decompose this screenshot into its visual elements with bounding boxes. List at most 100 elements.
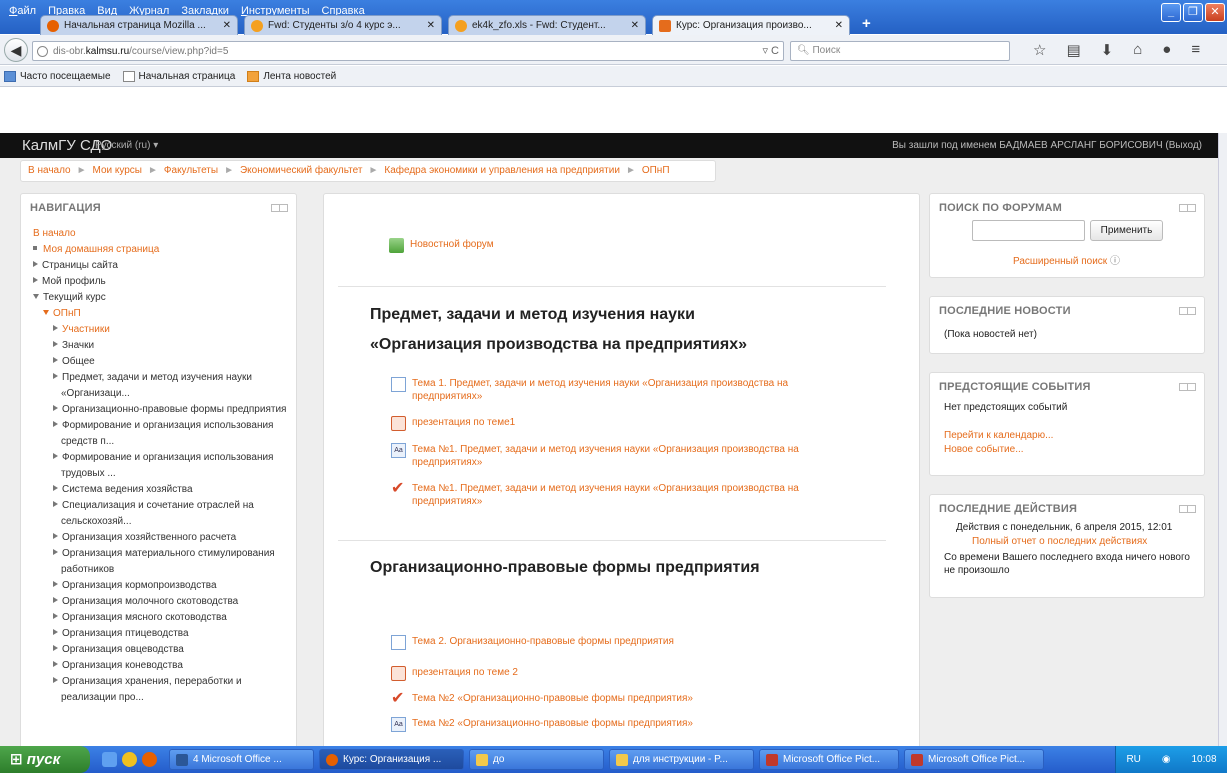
nav-my-profile[interactable]: Мой профиль (33, 274, 295, 290)
nav-section-2[interactable]: Организационно-правовые формы предприяти… (33, 402, 295, 418)
help-icon[interactable]: ⓘ (1110, 256, 1120, 267)
nav-course[interactable]: ОПнП (33, 306, 295, 322)
tab-label: Курс: Организация произво... (676, 20, 812, 31)
breadcrumb-course[interactable]: ОПнП (642, 165, 670, 176)
nav-section-6[interactable]: Специализация и сочетание отраслей на се… (33, 498, 295, 530)
nav-section-14[interactable]: Организация коневодства (33, 658, 295, 674)
activity-label: Новостной форум (410, 239, 494, 250)
section-1-presentation-link[interactable]: презентация по теме1 (391, 416, 515, 431)
tab-close-icon[interactable]: ✕ (427, 20, 435, 31)
start-button[interactable]: ⊞ пуск (0, 746, 90, 773)
bookmark-most-visited[interactable]: Часто посещаемые (4, 70, 111, 82)
nav-section-4[interactable]: Формирование и организация использования… (33, 450, 295, 482)
tab-xls[interactable]: ek4k_zfo.xls - Fwd: Студент... ✕ (448, 15, 646, 35)
section-1-document-link[interactable]: Aa Тема №1. Предмет, задачи и метод изуч… (391, 443, 851, 469)
nav-section-3[interactable]: Формирование и организация использования… (33, 418, 295, 450)
site-info-icon[interactable] (37, 45, 48, 57)
taskbar-folder[interactable]: до (469, 749, 604, 770)
search-placeholder: Поиск (812, 45, 841, 56)
language-indicator[interactable]: RU (1126, 754, 1140, 765)
nav-my-home[interactable]: Моя домашняя страница (33, 242, 295, 258)
activity-label: Тема 2. Организационно-правовые формы пр… (412, 636, 674, 647)
nav-section-12[interactable]: Организация птицеводства (33, 626, 295, 642)
taskbar-picture-manager-1[interactable]: Microsoft Office Pict... (759, 749, 899, 770)
section-2-assignment-link[interactable]: ✔ Тема №2 «Организационно-правовые формы… (391, 691, 693, 707)
nav-current-course[interactable]: Текущий курс (33, 290, 295, 306)
breadcrumb-department[interactable]: Кафедра экономики и управления на предпр… (384, 165, 620, 176)
activity-since-text: Действия с понедельник, 6 апреля 2015, 1… (956, 522, 1173, 533)
back-button[interactable]: ◀ (4, 38, 28, 62)
nav-label: Формирование и организация использования… (61, 452, 274, 479)
nav-participants[interactable]: Участники (33, 322, 295, 338)
reload-icon[interactable]: ▿ C (762, 44, 779, 57)
taskbar-picture-manager-2[interactable]: Microsoft Office Pict... (904, 749, 1044, 770)
block-collapse-icon[interactable] (1179, 204, 1196, 212)
nav-section-15[interactable]: Организация хранения, переработки и реал… (33, 674, 295, 706)
nav-section-5[interactable]: Система ведения хозяйства (33, 482, 295, 498)
tab-fwd-students[interactable]: Fwd: Студенты з/о 4 курс э... ✕ (244, 15, 442, 35)
firefox-icon[interactable] (142, 752, 157, 767)
section-2-presentation-link[interactable]: презентация по теме 2 (391, 666, 518, 681)
block-collapse-icon[interactable] (1179, 505, 1196, 513)
network-icon[interactable]: ◉ (1162, 754, 1171, 765)
page-icon (122, 70, 135, 82)
nav-section-8[interactable]: Организация материального стимулирования… (33, 546, 295, 578)
block-collapse-icon[interactable] (1179, 383, 1196, 391)
activity-label: Тема №2 «Организационно-правовые формы п… (412, 718, 693, 729)
login-info[interactable]: Вы зашли под именем БАДМАЕВ АРСЛАНГ БОРИ… (892, 140, 1202, 151)
nav-section-13[interactable]: Организация овцеводства (33, 642, 295, 658)
home-icon[interactable]: ⌂ (1133, 41, 1142, 59)
full-report-link[interactable]: Полный отчет о последних действиях (972, 535, 1147, 548)
nav-section-10[interactable]: Организация молочного скотоводства (33, 594, 295, 610)
nav-section-11[interactable]: Организация мясного скотоводства (33, 610, 295, 626)
tab-close-icon[interactable]: ✕ (835, 20, 843, 31)
section-2-page-link[interactable]: Тема 2. Организационно-правовые формы пр… (391, 635, 674, 650)
new-tab-button[interactable]: + (862, 15, 871, 32)
section-1-page-link[interactable]: Тема 1. Предмет, задачи и метод изучения… (391, 377, 851, 403)
taskbar-firefox[interactable]: Курс: Организация ... (319, 749, 464, 770)
browser-search-input[interactable]: 🔍︎ Поиск (790, 41, 1010, 61)
block-collapse-icon[interactable] (1179, 307, 1196, 315)
taskbar-paint[interactable]: для инструкции - P... (609, 749, 754, 770)
menu-icon[interactable]: ≡ (1191, 41, 1200, 59)
advanced-search-link[interactable]: Расширенный поиск ⓘ (1013, 252, 1120, 267)
breadcrumb-faculties[interactable]: Факультеты (164, 165, 218, 176)
reading-list-icon[interactable]: ▤ (1066, 41, 1080, 59)
nav-badges[interactable]: Значки (33, 338, 295, 354)
nav-section-7[interactable]: Организация хозяйственного расчета (33, 530, 295, 546)
nav-section-1[interactable]: Предмет, задачи и метод изучения науки «… (33, 370, 295, 402)
breadcrumb-economics-faculty[interactable]: Экономический факультет (240, 165, 362, 176)
forum-search-input[interactable] (972, 220, 1085, 241)
news-forum-link[interactable]: Новостной форум (389, 238, 494, 253)
bookmark-start-page[interactable]: Начальная страница (122, 70, 235, 82)
nav-section-9[interactable]: Организация кормопроизводства (33, 578, 295, 594)
new-event-link[interactable]: Новое событие... (944, 443, 1024, 456)
nav-site-pages[interactable]: Страницы сайта (33, 258, 295, 274)
url-bar[interactable]: dis-obr. kalmsu.ru/course/view.php?id=5 ▿… (32, 41, 784, 61)
bookmark-star-icon[interactable]: ☆ (1033, 41, 1046, 59)
tab-mozilla-start[interactable]: Начальная страница Mozilla ... ✕ (40, 15, 238, 35)
picture-manager-icon (911, 753, 923, 766)
section-1-assignment-link[interactable]: ✔ Тема №1. Предмет, задачи и метод изуче… (391, 481, 851, 508)
block-collapse-icon[interactable] (271, 204, 288, 212)
tab-course[interactable]: Курс: Организация произво... ✕ (652, 15, 850, 35)
tab-close-icon[interactable]: ✕ (631, 20, 639, 31)
chrome-icon[interactable] (122, 752, 137, 767)
breadcrumb-home[interactable]: В начало (28, 165, 71, 176)
section-2-document-link[interactable]: Aa Тема №2 «Организационно-правовые форм… (391, 717, 693, 732)
download-icon[interactable]: ⬇ (1101, 41, 1114, 59)
nav-home[interactable]: В начало (33, 226, 295, 242)
bookmark-news-feed[interactable]: Лента новостей (247, 70, 336, 82)
page-scrollbar[interactable] (1218, 133, 1227, 746)
nav-general[interactable]: Общее (33, 354, 295, 370)
tab-label: Начальная страница Mozilla ... (64, 20, 206, 31)
chat-icon[interactable]: ● (1162, 41, 1171, 59)
go-to-calendar-link[interactable]: Перейти к календарю... (944, 429, 1053, 442)
breadcrumb-my-courses[interactable]: Мои курсы (93, 165, 143, 176)
desktop-icon[interactable] (102, 752, 117, 767)
apply-button[interactable]: Применить (1090, 220, 1163, 241)
tab-close-icon[interactable]: ✕ (223, 20, 231, 31)
taskbar-word[interactable]: 4 Microsoft Office ... (169, 749, 314, 770)
language-menu[interactable]: Русский (ru) ▾ (95, 140, 158, 151)
clock[interactable]: 10:08 (1191, 754, 1216, 765)
